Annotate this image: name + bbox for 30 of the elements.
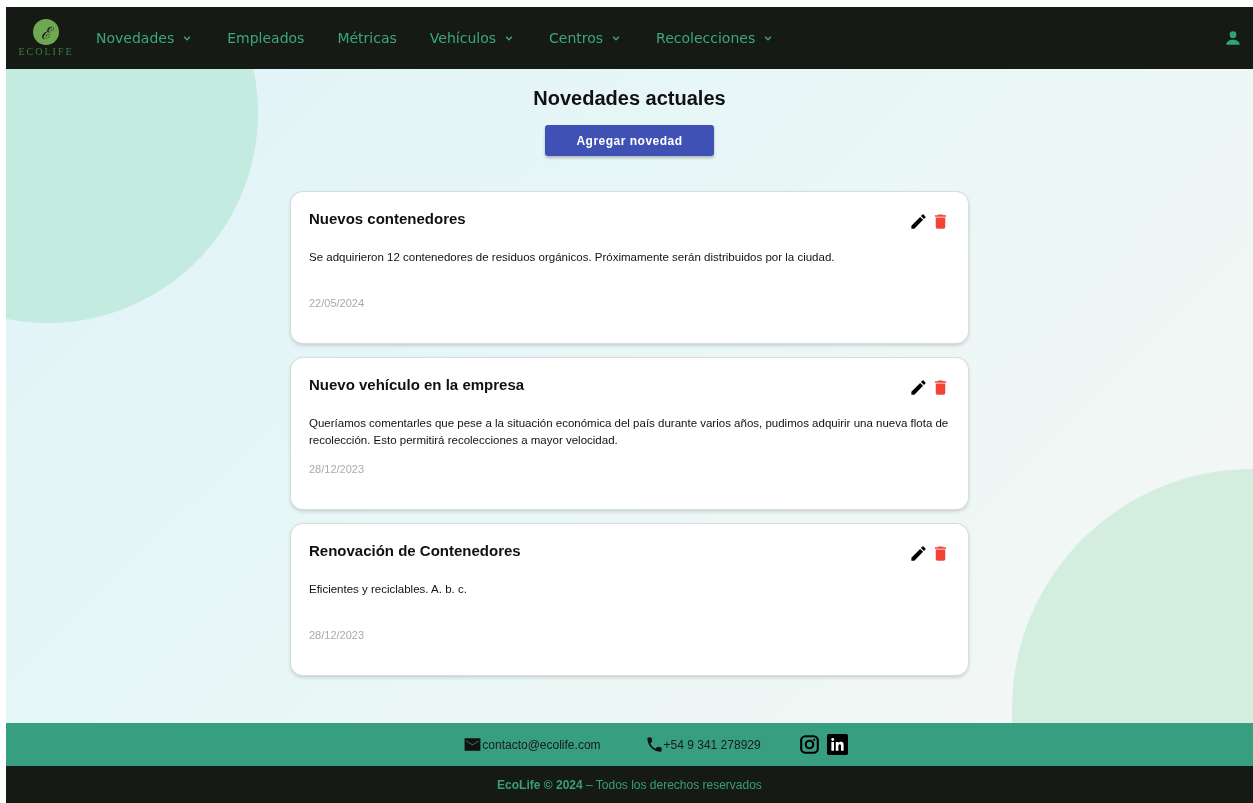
news-title: Nuevo vehículo en la empresa — [309, 376, 525, 393]
nav-link[interactable]: Centros — [549, 30, 624, 46]
logo-text: ECOLIFE — [18, 46, 74, 57]
news-date: 22/05/2024 — [309, 297, 366, 309]
news-body: Queríamos comentarles que pese a la situación económica del país durante varios años, pudimos adquirir una nueva flota de recolección. Esto permitirá recolecciones a mayor velocidad. — [309, 416, 950, 448]
nav-link[interactable]: Recolecciones — [656, 30, 776, 46]
nav-link[interactable]: Métricas — [337, 30, 397, 46]
news-body: Se adquirieron 12 contenedores de residuos orgánicos. Próximamente serán distribuidos por la ciudad. — [309, 250, 836, 265]
news-date: 28/12/2023 — [309, 463, 366, 475]
email-link[interactable]: contacto@ecolife.com — [482, 737, 601, 752]
phone-number: +54 9 341 278929 — [663, 737, 761, 752]
mail-icon — [463, 735, 483, 754]
news-body: Eficientes y reciclables. A. b. c. — [309, 582, 468, 597]
news-title: Renovación de Contenedores — [309, 542, 521, 559]
page-title: Novedades actuales — [533, 87, 726, 110]
pencil-icon[interactable] — [909, 212, 928, 231]
news-title: Nuevos contenedores — [309, 210, 466, 227]
add-news-button[interactable]: Agregar novedad — [545, 125, 714, 156]
linkedin-icon[interactable] — [826, 734, 848, 755]
phone-icon — [644, 735, 664, 754]
news-date: 28/12/2023 — [309, 629, 366, 641]
nav-link[interactable]: Vehículos — [429, 30, 516, 46]
nav-link[interactable]: Empleados — [227, 30, 305, 46]
instagram-icon[interactable] — [798, 734, 820, 755]
user-icon[interactable] — [1223, 28, 1243, 48]
pencil-icon[interactable] — [909, 544, 928, 563]
copyright-text: EcoLife © 2024 – Todos los derechos reservados — [497, 777, 762, 792]
nav-link[interactable]: Novedades — [96, 30, 195, 46]
pencil-icon[interactable] — [909, 378, 928, 397]
logo-letter[interactable]: ℰ — [33, 19, 59, 45]
